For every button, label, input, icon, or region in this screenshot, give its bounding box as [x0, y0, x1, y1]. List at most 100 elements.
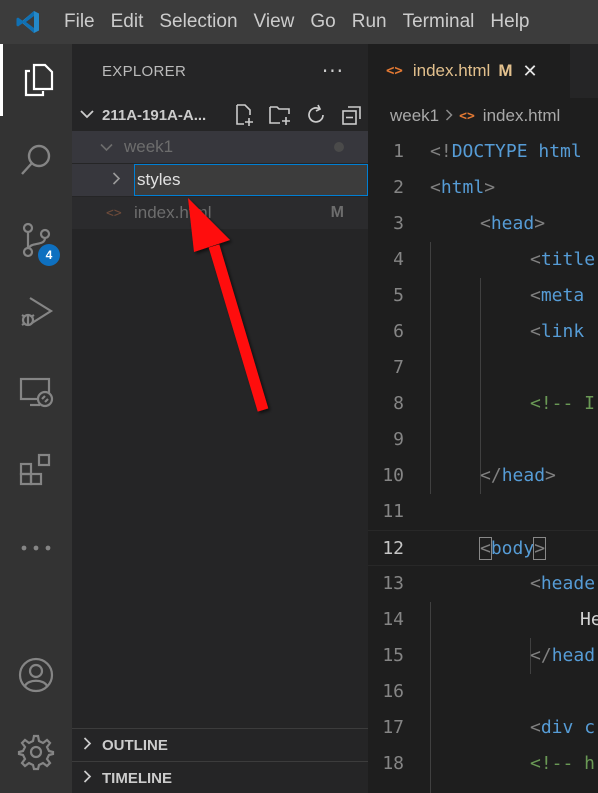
tree-item-label: index.html: [134, 203, 212, 222]
menu-selection[interactable]: Selection: [151, 0, 245, 44]
search-icon[interactable]: [0, 124, 72, 196]
close-icon[interactable]: ✕: [523, 61, 538, 82]
vscode-logo-icon: [0, 0, 56, 44]
source-control-icon[interactable]: 4: [0, 204, 72, 276]
tree-item-new-folder[interactable]: [72, 164, 368, 196]
code-token: c: [584, 717, 596, 738]
line-number: 9: [393, 429, 404, 450]
menu-run[interactable]: Run: [344, 0, 395, 44]
tree-item-index-html[interactable]: <> index.html M: [72, 197, 368, 229]
line-number: 12: [382, 538, 404, 559]
refresh-icon[interactable]: [302, 101, 330, 129]
code-token: link: [540, 321, 585, 342]
code-comment: <!-- I: [530, 393, 596, 414]
code-token: <: [479, 537, 492, 560]
rename-folder-input[interactable]: [134, 164, 368, 196]
chevron-right-icon: [445, 108, 453, 124]
editor-area: <> index.html M ✕ week1 <> index.html 1 <…: [368, 44, 598, 793]
folder-actions: [230, 101, 366, 129]
workspace-folder-name: 211A-191A-A...: [102, 106, 207, 124]
extensions-icon[interactable]: [0, 434, 72, 506]
code-token: <: [480, 213, 491, 234]
menu-help[interactable]: Help: [482, 0, 537, 44]
line-number: 3: [393, 213, 404, 234]
menu-terminal[interactable]: Terminal: [395, 0, 483, 44]
code-token: <: [430, 177, 441, 198]
code-token: div: [540, 717, 574, 738]
code-line: 8 <!-- I: [368, 386, 598, 422]
chevron-down-icon: [100, 140, 118, 155]
code-line: 16: [368, 674, 598, 710]
new-folder-icon[interactable]: [266, 101, 294, 129]
line-number: 8: [393, 393, 404, 414]
code-token: >: [534, 213, 546, 234]
code-line: 4 <title: [368, 242, 598, 278]
menu-edit[interactable]: Edit: [103, 0, 152, 44]
explorer-icon[interactable]: [0, 44, 72, 116]
menu-go[interactable]: Go: [302, 0, 343, 44]
code-line: 1 <!DOCTYPE html: [368, 134, 598, 170]
code-line: 3 <head>: [368, 206, 598, 242]
code-token: >: [484, 177, 496, 198]
code-token: meta: [540, 285, 585, 306]
code-token: <: [530, 717, 541, 738]
explorer-header: EXPLORER ···: [72, 44, 368, 98]
code-token: </: [480, 465, 502, 486]
code-token: title: [540, 249, 596, 270]
menu-bar: File Edit Selection View Go Run Terminal…: [56, 0, 538, 44]
scm-badge: 4: [38, 244, 60, 266]
tab-modified-badge: M: [498, 61, 513, 80]
tab-index-html[interactable]: <> index.html M ✕: [368, 44, 570, 98]
outline-panel-header[interactable]: OUTLINE: [72, 728, 368, 761]
modified-status-badge: M: [330, 204, 344, 221]
line-number: 14: [382, 609, 404, 630]
remote-explorer-icon[interactable]: [0, 356, 72, 428]
collapse-all-icon[interactable]: [338, 101, 366, 129]
explorer-sidebar: EXPLORER ··· 211A-191A-A... week1 styles…: [72, 44, 368, 793]
code-line-current: 12 <body>: [368, 530, 598, 566]
code-line: 15 </head: [368, 638, 598, 674]
html-file-icon: <>: [106, 205, 122, 221]
account-icon[interactable]: [0, 639, 72, 711]
code-line: 10 </head>: [368, 458, 598, 494]
explorer-more-actions[interactable]: ···: [322, 59, 344, 83]
chevron-right-icon: [72, 770, 102, 786]
menu-view[interactable]: View: [246, 0, 303, 44]
new-file-icon[interactable]: [230, 101, 258, 129]
code-line: 13 <heade: [368, 566, 598, 602]
line-number: 5: [393, 285, 404, 306]
code-line: 5 <meta: [368, 278, 598, 314]
code-token: >: [533, 537, 547, 560]
code-token: DOCTYPE html: [451, 141, 582, 162]
title-bar: File Edit Selection View Go Run Terminal…: [0, 0, 598, 44]
explorer-title: EXPLORER: [102, 62, 187, 80]
code-editor[interactable]: 1 <!DOCTYPE html 2 <html> 3 <head> 4 <title …: [368, 134, 598, 793]
line-number: 18: [382, 753, 404, 774]
line-number: 16: [382, 681, 404, 702]
code-token: <: [530, 285, 541, 306]
modified-dot-icon: [334, 142, 344, 152]
menu-file[interactable]: File: [56, 0, 103, 44]
run-debug-icon[interactable]: [0, 276, 72, 348]
breadcrumb: week1 <> index.html: [368, 98, 598, 134]
more-icon[interactable]: [0, 512, 72, 584]
chevron-right-icon: [72, 737, 102, 753]
code-line: 2 <html>: [368, 170, 598, 206]
code-line: 18 <!-- h: [368, 746, 598, 782]
code-token: heade: [540, 573, 596, 594]
code-comment: <!-- h: [530, 753, 596, 774]
code-line: 17 <div c: [368, 710, 598, 746]
workspace-folder-header[interactable]: 211A-191A-A...: [72, 98, 368, 132]
tree-item-week1[interactable]: week1: [72, 131, 368, 163]
code-token: body: [490, 538, 535, 559]
chevron-right-icon: [112, 172, 130, 188]
breadcrumb-folder[interactable]: week1: [390, 106, 439, 126]
line-number: 4: [393, 249, 404, 270]
settings-gear-icon[interactable]: [0, 716, 72, 788]
line-number: 11: [382, 501, 404, 522]
chevron-down-icon: [72, 107, 102, 123]
timeline-panel-header[interactable]: TIMELINE: [72, 761, 368, 793]
breadcrumb-file[interactable]: index.html: [483, 106, 560, 126]
html-file-icon: <>: [386, 63, 403, 79]
code-token: </: [530, 645, 552, 666]
